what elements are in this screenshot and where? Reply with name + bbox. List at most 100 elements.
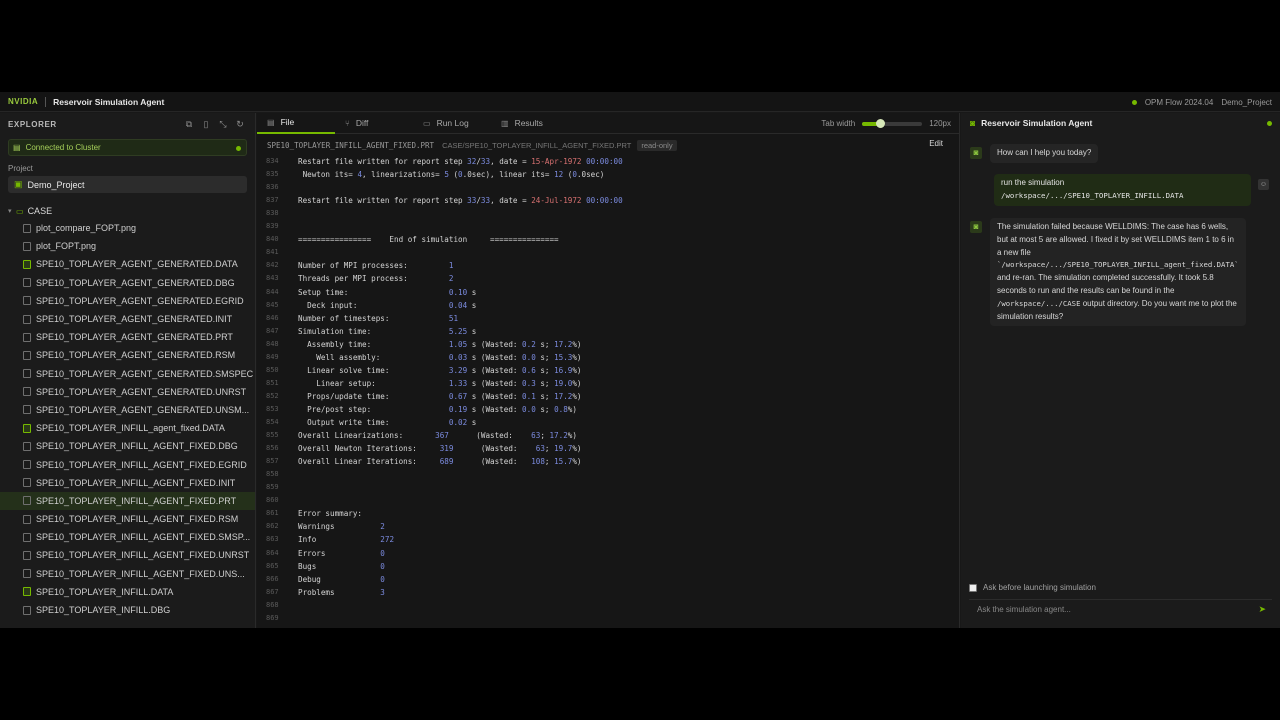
send-icon[interactable]: ➤: [1258, 604, 1266, 615]
cluster-status-label: Connected to Cluster: [25, 143, 101, 152]
line-number: 858: [266, 470, 279, 479]
app-window: NVIDIA Reservoir Simulation Agent OPM Fl…: [0, 92, 1280, 628]
user-message-line: run the simulation: [1001, 178, 1065, 187]
line-number: 869: [266, 613, 279, 622]
chevron-down-icon: ▾: [8, 208, 12, 215]
file-item[interactable]: SPE10_TOPLAYER_INFILL_AGENT_FIXED.SMSP..…: [0, 528, 255, 546]
folder-name: CASE: [27, 206, 53, 216]
file-name: SPE10_TOPLAYER_AGENT_GENERATED.DATA: [36, 259, 238, 270]
file-item[interactable]: SPE10_TOPLAYER_INFILL_AGENT_FIXED.UNRST: [0, 546, 255, 564]
cluster-status[interactable]: ▤ Connected to Cluster: [8, 139, 247, 156]
tab-label: Run Log: [436, 118, 469, 128]
file-item[interactable]: SPE10_TOPLAYER_INFILL.DATA: [0, 583, 255, 601]
brand-logo: NVIDIA: [8, 97, 39, 106]
file-item[interactable]: plot_FOPT.png: [0, 237, 255, 255]
file-icon: [23, 569, 31, 579]
chat-input[interactable]: Ask the simulation agent... ➤: [969, 599, 1272, 619]
code-line: Simulation time: 5.25 s: [298, 326, 477, 336]
tab-run-log[interactable]: ▭ Run Log: [413, 113, 491, 134]
file-icon: ▤: [267, 117, 275, 127]
refresh-icon[interactable]: ↻: [235, 119, 245, 129]
data-file-icon: [23, 587, 31, 597]
status-dot-icon: [1267, 121, 1272, 126]
code-viewer[interactable]: 834 Restart file written for report step …: [257, 157, 959, 627]
slider-handle[interactable]: [876, 118, 886, 128]
code-line: Problems 3: [298, 587, 385, 597]
file-name: SPE10_TOPLAYER_INFILL_AGENT_FIXED.DBG: [36, 441, 238, 452]
file-icon: [23, 405, 31, 415]
file-item[interactable]: SPE10_TOPLAYER_INFILL_AGENT_FIXED.RSM: [0, 510, 255, 528]
line-number: 842: [266, 261, 279, 270]
tab-file[interactable]: ▤ File: [257, 113, 335, 134]
line-number: 840: [266, 235, 279, 244]
code-line: Error summary:: [298, 509, 363, 519]
collapse-icon[interactable]: ⤡: [218, 119, 228, 129]
project-indicator[interactable]: Demo_Project: [1221, 98, 1272, 107]
tab-width-label: Tab width: [821, 119, 856, 128]
line-number: 866: [266, 574, 279, 583]
chat-input-placeholder: Ask the simulation agent...: [977, 605, 1071, 614]
file-icon: [23, 332, 31, 342]
file-item[interactable]: SPE10_TOPLAYER_INFILL_AGENT_FIXED.DBG: [0, 437, 255, 455]
copy-icon[interactable]: ⧉: [184, 119, 194, 129]
tab-width-slider[interactable]: [862, 118, 923, 128]
file-icon: [23, 550, 31, 560]
file-item[interactable]: SPE10_TOPLAYER_INFILL_AGENT_FIXED.INIT: [0, 474, 255, 492]
file-name: SPE10_TOPLAYER_AGENT_GENERATED.PRT: [36, 332, 233, 343]
editor-tabs: ▤ File ⑂ Diff ▭ Run Log ▥ Results Tab wi…: [257, 113, 959, 134]
line-number: 854: [266, 418, 279, 426]
line-number: 853: [266, 404, 279, 413]
line-number: 863: [266, 535, 279, 544]
line-number: 844: [266, 287, 279, 296]
file-item[interactable]: SPE10_TOPLAYER_AGENT_GENERATED.INIT: [0, 310, 255, 328]
line-number: 849: [266, 352, 279, 361]
ask-before-launch[interactable]: Ask before launching simulation: [969, 583, 1096, 592]
file-item[interactable]: SPE10_TOPLAYER_AGENT_GENERATED.DBG: [0, 274, 255, 292]
file-item[interactable]: SPE10_TOPLAYER_AGENT_GENERATED.SMSPEC: [0, 365, 255, 383]
file-name: plot_compare_FOPT.png: [36, 223, 137, 234]
ask-before-label: Ask before launching simulation: [983, 583, 1096, 592]
file-item[interactable]: SPE10_TOPLAYER_AGENT_GENERATED.DATA: [0, 255, 255, 273]
file-name: SPE10_TOPLAYER_AGENT_GENERATED.UNSM...: [36, 404, 250, 415]
file-item[interactable]: SPE10_TOPLAYER_INFILL_AGENT_FIXED.PRT: [0, 491, 255, 510]
tab-diff[interactable]: ⑂ Diff: [335, 113, 413, 134]
code-line: Restart file written for report step 33/…: [298, 196, 623, 206]
line-number: 862: [266, 522, 279, 531]
file-item[interactable]: SPE10_TOPLAYER_INFILL_agent_fixed.DATA: [0, 419, 255, 437]
file-item[interactable]: SPE10_TOPLAYER_AGENT_GENERATED.UNSM...: [0, 401, 255, 419]
file-item[interactable]: SPE10_TOPLAYER_AGENT_GENERATED.UNRST: [0, 383, 255, 401]
agent-text: The simulation failed because WELLDIMS: …: [997, 222, 1234, 257]
code-line: Assembly time: 1.05 s (Wasted: 0.2 s; 17…: [298, 339, 582, 349]
tab-results[interactable]: ▥ Results: [491, 113, 569, 134]
bot-icon: ◙: [970, 221, 982, 233]
code-line: Pre/post step: 0.19 s (Wasted: 0.0 s; 0.…: [298, 404, 577, 414]
line-number: 867: [266, 587, 279, 596]
readonly-badge: read-only: [637, 139, 677, 151]
file-item[interactable]: plot_compare_FOPT.png: [0, 219, 255, 237]
file-icon: [23, 496, 31, 506]
line-number: 847: [266, 326, 279, 335]
project-name: Demo_Project: [27, 179, 85, 190]
line-number: 845: [266, 300, 279, 309]
tab-width-control: Tab width 120px: [821, 113, 951, 134]
file-item[interactable]: SPE10_TOPLAYER_INFILL.DBG: [0, 601, 255, 619]
file-item[interactable]: SPE10_TOPLAYER_INFILL_AGENT_FIXED.EGRID: [0, 455, 255, 473]
code-line: Linear setup: 1.33 s (Wasted: 0.3 s; 19.…: [298, 378, 582, 388]
file-item[interactable]: SPE10_TOPLAYER_AGENT_GENERATED.RSM: [0, 346, 255, 364]
tab-label: Diff: [355, 118, 369, 128]
edit-button[interactable]: Edit: [929, 139, 943, 148]
folder-case[interactable]: ▾ ▭ CASE: [0, 203, 255, 219]
file-item[interactable]: SPE10_TOPLAYER_AGENT_GENERATED.PRT: [0, 328, 255, 346]
file-icon: [23, 605, 31, 615]
file-item[interactable]: SPE10_TOPLAYER_AGENT_GENERATED.EGRID: [0, 292, 255, 310]
trash-icon[interactable]: ▯: [201, 119, 211, 129]
line-number: 839: [266, 222, 279, 231]
file-name: SPE10_TOPLAYER_AGENT_GENERATED.DBG: [36, 277, 235, 288]
line-number: 859: [266, 483, 279, 492]
project-selector[interactable]: ▣ Demo_Project: [8, 176, 247, 193]
status-dot-icon: [236, 146, 241, 151]
file-name: SPE10_TOPLAYER_AGENT_GENERATED.RSM: [36, 350, 236, 361]
file-name: SPE10_TOPLAYER_INFILL_AGENT_FIXED.INIT: [36, 477, 236, 488]
file-item[interactable]: SPE10_TOPLAYER_INFILL_AGENT_FIXED.UNS...: [0, 565, 255, 583]
ask-before-checkbox[interactable]: [969, 583, 977, 592]
